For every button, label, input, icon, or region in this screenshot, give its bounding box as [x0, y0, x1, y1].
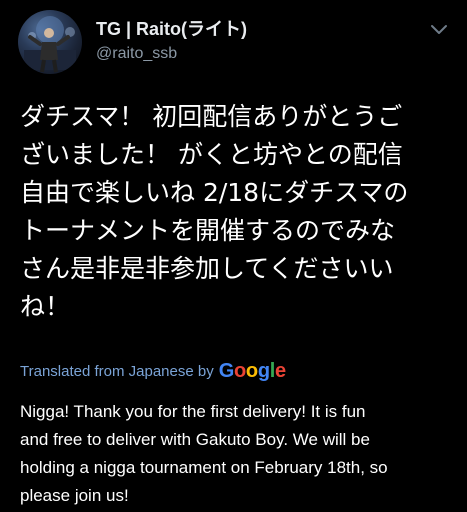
tweet-text-line: トーナメントを開催するのでみな	[20, 216, 396, 245]
tweet-text-line: さん是非是非参加してくださいい	[20, 254, 394, 283]
translation-label: Translated from Japanese by	[20, 362, 214, 380]
tweet-text-line: ダチスマ！ 初回配信ありがとうご	[20, 102, 403, 131]
user-handle[interactable]: @raito_ssb	[96, 43, 247, 65]
translated-text-line: and free to deliver with Gakuto Boy. We …	[20, 430, 370, 449]
avatar-image	[24, 16, 76, 73]
translated-text-line: holding a nigga tournament on February 1…	[20, 458, 388, 477]
translation-attribution[interactable]: Translated from Japanese by Google	[20, 358, 286, 384]
tweet-card: TG | Raito(ライト) @raito_ssb ダチスマ！ 初回配信ありが…	[0, 0, 467, 512]
translated-text-line: please join us!	[20, 486, 129, 505]
chevron-down-icon[interactable]	[429, 22, 449, 36]
tweet-text-line: ね！	[20, 292, 71, 321]
avatar[interactable]	[18, 10, 82, 74]
tweet-text-line: 自由で楽しいね 2/18にダチスマの	[20, 178, 409, 207]
tweet-text: ダチスマ！ 初回配信ありがとうご ざいました！ がくと坊やとの配信 自由で楽しい…	[20, 98, 460, 326]
display-name[interactable]: TG | Raito(ライト)	[96, 18, 247, 40]
translated-text-line: Nigga! Thank you for the first delivery!…	[20, 402, 366, 421]
google-logo: Google	[218, 360, 286, 382]
author-info[interactable]: TG | Raito(ライト) @raito_ssb	[96, 18, 247, 65]
translated-text: Nigga! Thank you for the first delivery!…	[20, 398, 460, 510]
tweet-text-line: ざいました！ がくと坊やとの配信	[20, 140, 403, 169]
